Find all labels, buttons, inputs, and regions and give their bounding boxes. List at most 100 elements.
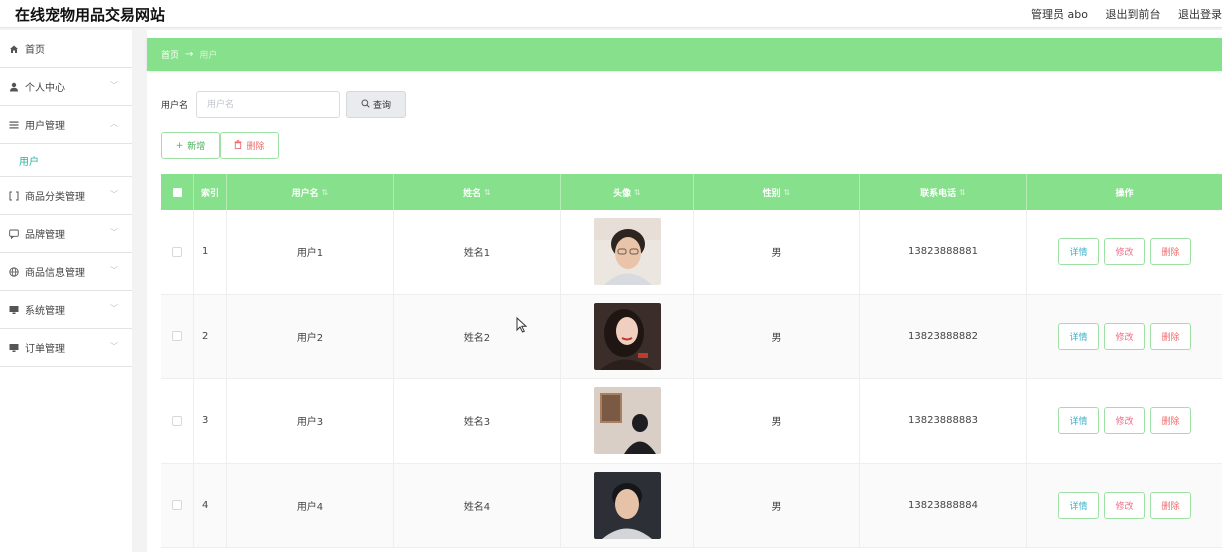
- cell-actions: 详情 修改 删除: [1027, 379, 1222, 463]
- cell-actions: 详情 修改 删除: [1027, 210, 1222, 294]
- sidebar-item-category-management[interactable]: 商品分类管理 ﹀: [0, 177, 132, 215]
- delete-button[interactable]: 删除: [1150, 238, 1191, 266]
- header-username[interactable]: 用户名 ⇅: [227, 174, 394, 210]
- header-actions: 操作: [1115, 188, 1134, 199]
- header-avatar[interactable]: 头像 ⇅: [561, 174, 694, 210]
- detail-button[interactable]: 详情: [1058, 322, 1099, 350]
- trash-icon: [234, 139, 242, 152]
- sidebar-item-profile[interactable]: 个人中心 ﹀: [0, 68, 132, 106]
- breadcrumb-home[interactable]: 首页: [161, 48, 179, 61]
- cell-actions: 详情 修改 删除: [1027, 295, 1222, 379]
- cell-avatar: [561, 463, 694, 547]
- batch-delete-button-label: 删除: [246, 142, 265, 152]
- sidebar-item-label: 品牌管理: [25, 230, 65, 241]
- cell-name: 姓名1: [394, 210, 561, 294]
- to-front-link[interactable]: 退出到前台: [1106, 8, 1161, 21]
- detail-button[interactable]: 详情: [1058, 238, 1099, 266]
- logout-link[interactable]: 退出登录: [1178, 8, 1222, 21]
- sidebar-item-order-management[interactable]: 订单管理 ﹀: [0, 329, 132, 367]
- row-select-cell: [161, 294, 194, 378]
- chevron-down-icon: ﹀: [110, 304, 118, 313]
- row-select-cell: [161, 463, 194, 547]
- cell-username: 用户3: [227, 379, 394, 463]
- add-button-label: 新增: [187, 142, 206, 152]
- sidebar-item-user-management[interactable]: 用户管理 ︿: [0, 106, 132, 144]
- edit-button[interactable]: 修改: [1104, 238, 1145, 266]
- username-search-input[interactable]: [196, 91, 340, 118]
- list-icon: [9, 120, 19, 130]
- delete-button[interactable]: 删除: [1150, 407, 1191, 435]
- row-checkbox[interactable]: [172, 331, 182, 342]
- chevron-down-icon: ﹀: [110, 190, 118, 199]
- sidebar-item-label: 系统管理: [25, 306, 65, 317]
- row-checkbox[interactable]: [172, 246, 182, 257]
- search-label: 用户名: [161, 101, 189, 111]
- cell-avatar: [561, 294, 694, 378]
- chevron-down-icon: ﹀: [110, 81, 118, 90]
- header-name-label: 姓名: [463, 188, 482, 199]
- select-all-checkbox[interactable]: [172, 187, 182, 197]
- sidebar: 首页 个人中心 ﹀ 用户管理 ︿ 用户 商品分类管理 ﹀ 品牌管理 ﹀ 商品信息…: [0, 30, 132, 552]
- header-phone[interactable]: 联系电话 ⇅: [860, 174, 1027, 210]
- detail-button[interactable]: 详情: [1058, 491, 1099, 519]
- arrow-right-icon: →: [185, 49, 194, 60]
- table-row: 2 用户2 姓名2 男 13823888882 详情 修改 删除: [161, 294, 1222, 379]
- delete-button[interactable]: 删除: [1150, 491, 1191, 519]
- table-row: 3 用户3 姓名3 男 13823888883 详情 修改 删除: [161, 379, 1222, 464]
- sort-icon: ⇅: [959, 187, 966, 197]
- cell-name: 姓名4: [394, 463, 561, 547]
- user-table: 索引 用户名 ⇅ 姓名 ⇅ 头像 ⇅ 性别 ⇅ 联系电话 ⇅ 操作 1 用户1 姓名1 男…: [161, 174, 1222, 548]
- cell-username: 用户1: [227, 210, 394, 294]
- cell-username: 用户2: [227, 294, 394, 378]
- batch-delete-button[interactable]: 删除: [220, 132, 279, 159]
- cell-avatar: [561, 379, 694, 463]
- search-button[interactable]: 查询: [346, 91, 406, 118]
- cell-actions: 详情 修改 删除: [1027, 464, 1222, 548]
- site-title: 在线宠物用品交易网站: [15, 6, 166, 24]
- plus-icon: +: [175, 140, 184, 151]
- sidebar-item-brand-management[interactable]: 品牌管理 ﹀: [0, 215, 132, 253]
- sidebar-item-label: 用户管理: [25, 121, 65, 132]
- cell-name: 姓名3: [394, 379, 561, 463]
- sidebar-item-home[interactable]: 首页: [0, 30, 132, 68]
- sidebar-item-system-management[interactable]: 系统管理 ﹀: [0, 291, 132, 329]
- sidebar-item-label: 个人中心: [25, 83, 65, 94]
- edit-button[interactable]: 修改: [1104, 491, 1145, 519]
- row-checkbox[interactable]: [172, 500, 182, 511]
- sidebar-item-product-info-management[interactable]: 商品信息管理 ﹀: [0, 253, 132, 291]
- user-icon: [9, 82, 19, 92]
- table-row: 1 用户1 姓名1 男 13823888881 详情 修改 删除: [161, 210, 1222, 295]
- delete-button[interactable]: 删除: [1150, 322, 1191, 350]
- search-form: 用户名 查询: [161, 91, 406, 118]
- chevron-down-icon: ﹀: [110, 228, 118, 237]
- sidebar-item-label: 商品分类管理: [25, 192, 85, 203]
- cell-username: 用户4: [227, 463, 394, 547]
- header-index: 索引: [194, 174, 227, 210]
- row-checkbox[interactable]: [172, 415, 182, 426]
- top-bar: 在线宠物用品交易网站 管理员 abo 退出到前台 退出登录: [0, 0, 1222, 28]
- main-content: 首页 → 用户 用户名 查询 + 新增 删除 索引 用户名⇅ 姓: [147, 30, 1222, 552]
- avatar: [593, 387, 661, 455]
- header-name[interactable]: 姓名 ⇅: [394, 174, 561, 210]
- row-select-cell: [161, 379, 194, 463]
- cell-index: 1: [194, 210, 227, 294]
- detail-button[interactable]: 详情: [1058, 407, 1099, 435]
- chevron-down-icon: ﹀: [110, 342, 118, 351]
- chat-icon: [9, 229, 19, 239]
- table-row: 4 用户4 姓名4 男 13823888884 详情 修改 删除: [161, 463, 1222, 548]
- edit-button[interactable]: 修改: [1104, 322, 1145, 350]
- home-icon: [9, 44, 19, 54]
- cell-phone: 13823888883: [860, 379, 1027, 463]
- edit-button[interactable]: 修改: [1104, 407, 1145, 435]
- bracket-icon: [9, 191, 19, 201]
- cell-index: 3: [194, 379, 227, 463]
- row-select-cell: [161, 210, 194, 294]
- cell-gender: 男: [694, 210, 860, 294]
- search-button-label: 查询: [372, 101, 391, 111]
- cell-avatar: [561, 210, 694, 294]
- avatar: [593, 302, 661, 370]
- sidebar-subitem-user[interactable]: 用户: [0, 144, 132, 177]
- header-gender[interactable]: 性别 ⇅: [694, 174, 860, 210]
- cell-phone: 13823888882: [860, 294, 1027, 378]
- add-button[interactable]: + 新增: [161, 132, 220, 159]
